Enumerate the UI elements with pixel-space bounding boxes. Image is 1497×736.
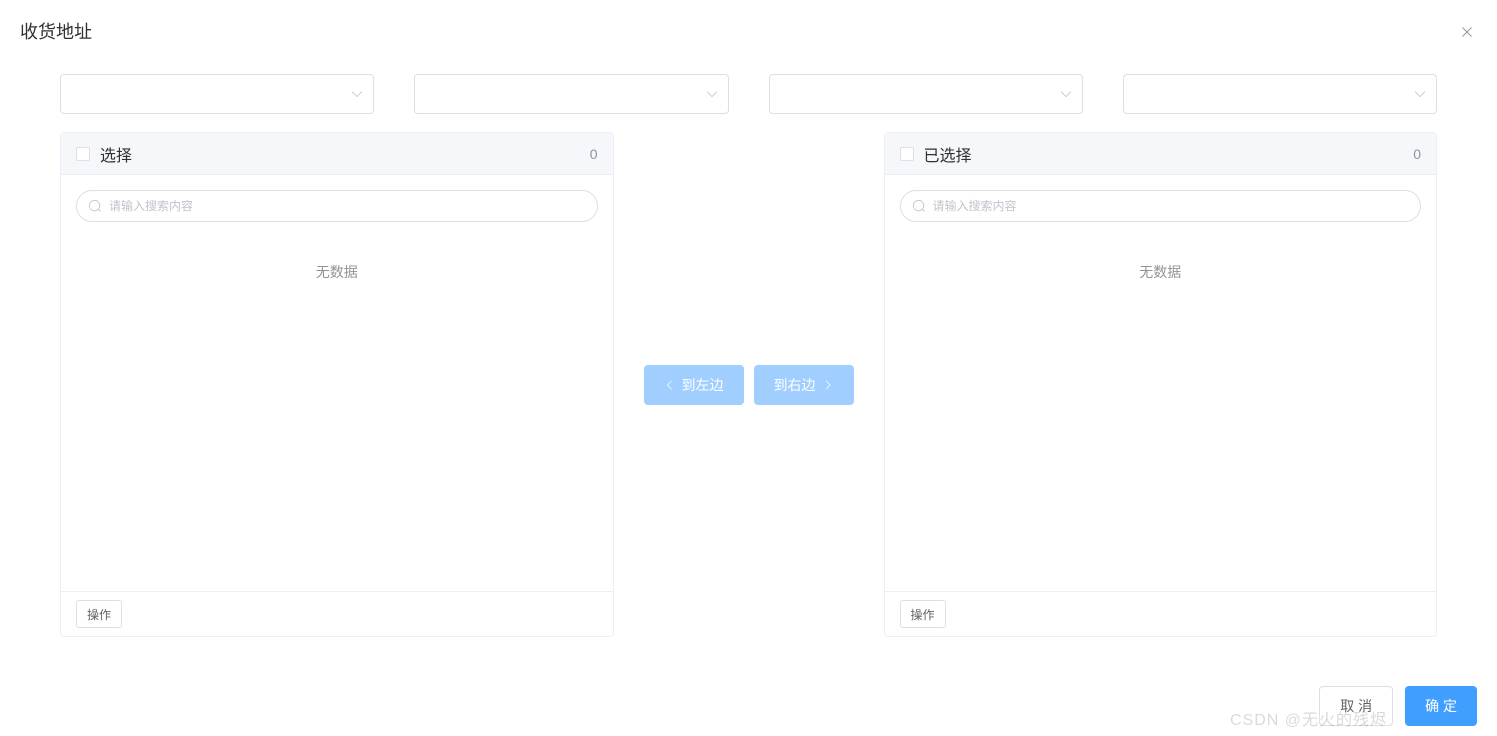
panel-right-empty: 无数据: [900, 262, 1422, 282]
select-2-input[interactable]: [414, 74, 728, 114]
search-icon: [88, 199, 102, 213]
transfer-panel-right: 已选择 0 无数据 操作: [884, 132, 1438, 637]
dialog-footer: 取 消 确 定: [1319, 686, 1477, 726]
select-row: [60, 74, 1437, 114]
checkbox-icon: [76, 147, 90, 161]
select-4[interactable]: [1123, 74, 1437, 114]
panel-right-check-all[interactable]: 已选择: [900, 142, 972, 166]
panel-left-header: 选择 0: [61, 133, 613, 175]
panel-right-footer-button[interactable]: 操作: [900, 600, 946, 628]
panel-left-footer-button[interactable]: 操作: [76, 600, 122, 628]
search-icon: [912, 199, 926, 213]
panel-right-search-input[interactable]: [900, 190, 1422, 222]
panel-right-count: 0: [1413, 146, 1421, 162]
select-3[interactable]: [769, 74, 1083, 114]
chevron-right-icon: [822, 379, 834, 391]
confirm-button[interactable]: 确 定: [1405, 686, 1477, 726]
panel-left-check-all[interactable]: 选择: [76, 142, 132, 166]
to-right-label: 到右边: [774, 375, 816, 395]
panel-left-count: 0: [590, 146, 598, 162]
panel-right-title: 已选择: [924, 142, 972, 166]
select-1-input[interactable]: [60, 74, 374, 114]
select-3-input[interactable]: [769, 74, 1083, 114]
transfer-panel-left: 选择 0 无数据 操作: [60, 132, 614, 637]
close-icon[interactable]: [1457, 22, 1477, 42]
panel-left-title: 选择: [100, 142, 132, 166]
dialog-title: 收货地址: [20, 20, 92, 44]
transfer: 选择 0 无数据 操作: [60, 132, 1437, 637]
select-1[interactable]: [60, 74, 374, 114]
to-right-button[interactable]: 到右边: [754, 365, 854, 405]
panel-left-search-input[interactable]: [76, 190, 598, 222]
to-left-button[interactable]: 到左边: [644, 365, 744, 405]
cancel-button[interactable]: 取 消: [1319, 686, 1393, 726]
panel-right-header: 已选择 0: [885, 133, 1437, 175]
select-2[interactable]: [414, 74, 728, 114]
select-4-input[interactable]: [1123, 74, 1437, 114]
panel-left-empty: 无数据: [76, 262, 598, 282]
checkbox-icon: [900, 147, 914, 161]
transfer-buttons: 到左边 到右边: [644, 365, 854, 405]
chevron-left-icon: [664, 379, 676, 391]
to-left-label: 到左边: [682, 375, 724, 395]
